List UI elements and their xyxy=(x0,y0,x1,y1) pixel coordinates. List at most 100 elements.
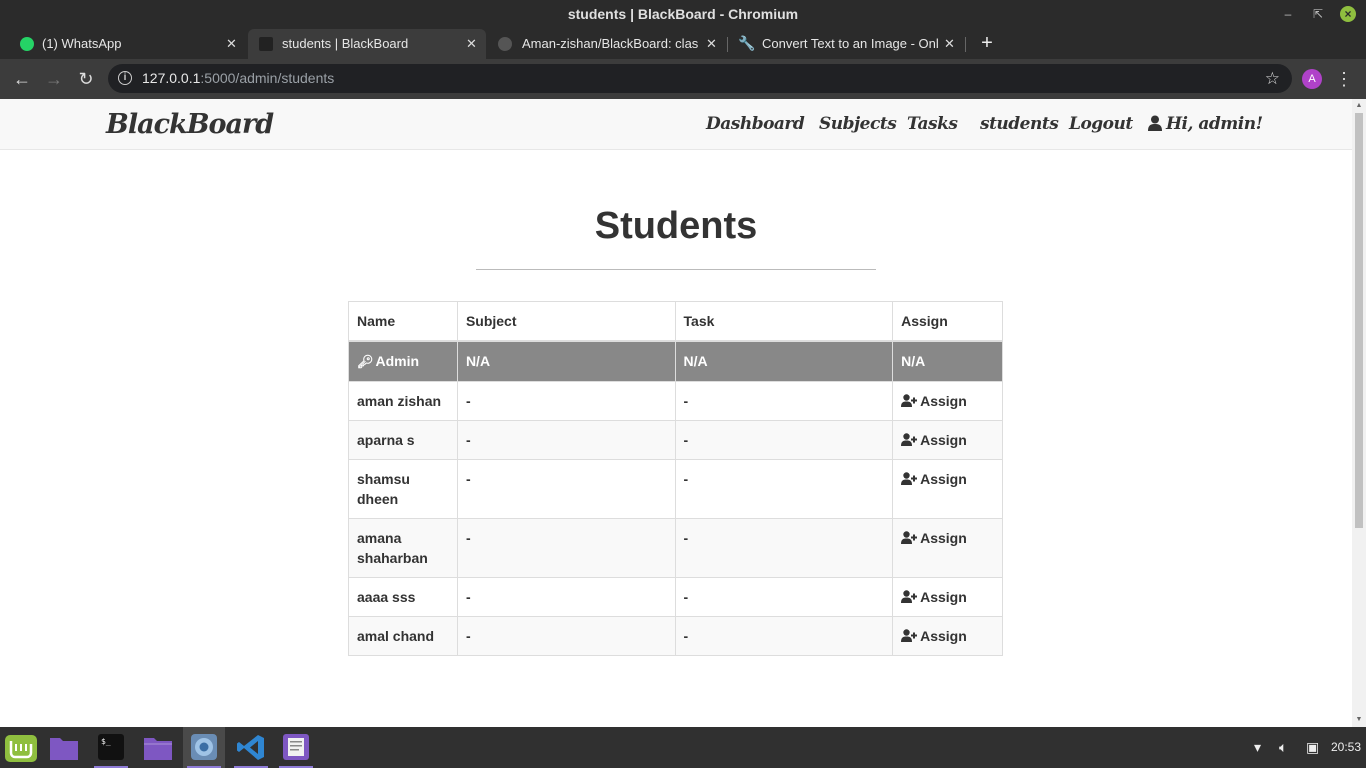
clock[interactable]: 20:53 xyxy=(1331,727,1361,768)
chromium-icon[interactable] xyxy=(183,727,225,768)
table-row: amana shaharban - - Assign xyxy=(348,518,1003,578)
cell-name: aaaa sss xyxy=(348,577,458,617)
cell-name: amal chand xyxy=(348,616,458,656)
cell-task: N/A xyxy=(674,340,894,382)
nav-students[interactable]: students xyxy=(980,99,1059,150)
url-path: :5000/admin/students xyxy=(200,70,335,86)
brand-logo[interactable]: BlackBoard xyxy=(106,99,274,150)
greeting-text: Hi, admin! xyxy=(1166,114,1263,134)
table-row: aman zishan - - Assign xyxy=(348,381,1003,421)
browser-menu-icon[interactable]: ⋮ xyxy=(1334,59,1354,99)
files-icon[interactable] xyxy=(137,727,179,768)
page-title: Students xyxy=(594,205,758,247)
cell-subject: - xyxy=(456,616,676,656)
tab-title: Aman-zishan/BlackBoard: class xyxy=(522,36,698,51)
github-icon xyxy=(498,37,512,51)
page-scrollbar[interactable]: ▲ ▼ xyxy=(1352,99,1366,727)
assign-label: Assign xyxy=(920,530,967,546)
site-navbar: BlackBoard Dashboard Subjects Tasks stud… xyxy=(0,99,1352,150)
cell-subject: - xyxy=(456,577,676,617)
table-header-row: Name Subject Task Assign xyxy=(348,301,1003,342)
user-plus-icon xyxy=(901,590,918,603)
battery-icon[interactable]: ▣ xyxy=(1306,727,1319,768)
scrollbar-thumb[interactable] xyxy=(1355,113,1363,528)
window-title: students | BlackBoard - Chromium xyxy=(567,6,799,22)
close-tab-icon[interactable]: ✕ xyxy=(944,29,955,59)
cell-assign: Assign xyxy=(892,577,1003,617)
assign-button[interactable]: Assign xyxy=(901,393,967,409)
cell-task: - xyxy=(674,459,894,519)
taskbar: $_ ▾ 🔈︎ ▣ 20:53 xyxy=(0,727,1366,768)
blackboard-favicon xyxy=(259,37,273,51)
students-table: Name Subject Task Assign 🔑︎ Admin N/A N/A… xyxy=(348,301,1003,656)
mint-menu-icon[interactable] xyxy=(0,727,42,768)
minimize-button[interactable]: – xyxy=(1277,0,1299,29)
svg-text:$_: $_ xyxy=(101,737,111,746)
cell-subject: - xyxy=(456,459,676,519)
folder-icon[interactable] xyxy=(43,727,85,768)
bookmark-star-icon[interactable]: ☆ xyxy=(1265,64,1280,93)
wifi-icon[interactable]: ▾ xyxy=(1254,727,1261,768)
profile-avatar[interactable]: A xyxy=(1302,69,1322,89)
column-header-assign: Assign xyxy=(892,301,1003,342)
assign-button[interactable]: Assign xyxy=(901,589,967,605)
url-text[interactable]: 127.0.0.1:5000/admin/students xyxy=(142,64,334,93)
reload-button[interactable]: ↻ xyxy=(74,59,98,99)
tab-text-to-image[interactable]: 🔧 Convert Text to an Image - Onli ✕ xyxy=(728,29,964,59)
cell-name: shamsu dheen xyxy=(348,459,458,519)
assign-button[interactable]: Assign xyxy=(901,432,967,448)
maximize-button[interactable]: ⇱ xyxy=(1307,0,1329,29)
site-info-icon[interactable]: i xyxy=(118,71,132,85)
browser-toolbar: ← → ↻ i 127.0.0.1:5000/admin/students ☆ xyxy=(0,59,1366,99)
cell-assign: Assign xyxy=(892,459,1003,519)
terminal-icon[interactable]: $_ xyxy=(90,727,132,768)
nav-dashboard[interactable]: Dashboard xyxy=(706,99,805,150)
cell-task: - xyxy=(674,518,894,578)
column-header-subject: Subject xyxy=(456,301,676,342)
cell-name: amana shaharban xyxy=(348,518,458,578)
tab-strip: (1) WhatsApp ✕ students | BlackBoard ✕ A… xyxy=(0,29,1366,59)
user-plus-icon xyxy=(901,472,918,485)
address-bar[interactable]: i 127.0.0.1:5000/admin/students ☆ xyxy=(108,64,1292,93)
close-tab-icon[interactable]: ✕ xyxy=(226,29,237,59)
forward-button[interactable]: → xyxy=(42,59,66,99)
cell-subject: - xyxy=(456,381,676,421)
close-tab-icon[interactable]: ✕ xyxy=(706,29,717,59)
scroll-down-arrow[interactable]: ▼ xyxy=(1352,714,1366,726)
nav-user-greeting[interactable]: Hi, admin! xyxy=(1148,99,1263,150)
user-plus-icon xyxy=(901,394,918,407)
back-button[interactable]: ← xyxy=(10,59,34,99)
user-icon xyxy=(1148,115,1162,131)
close-window-button[interactable]: × xyxy=(1340,6,1356,22)
whatsapp-icon xyxy=(20,37,34,51)
cell-subject: - xyxy=(456,518,676,578)
cell-assign: Assign xyxy=(892,518,1003,578)
assign-label: Assign xyxy=(920,432,967,448)
assign-button[interactable]: Assign xyxy=(901,471,967,487)
page-viewport: BlackBoard Dashboard Subjects Tasks stud… xyxy=(0,99,1352,727)
cell-assign: Assign xyxy=(892,381,1003,421)
cell-task: - xyxy=(674,577,894,617)
assign-button[interactable]: Assign xyxy=(901,628,967,644)
cell-task: - xyxy=(674,616,894,656)
tab-whatsapp[interactable]: (1) WhatsApp ✕ xyxy=(8,29,246,59)
cell-task: - xyxy=(674,381,894,421)
volume-icon[interactable]: 🔈︎ xyxy=(1279,727,1287,768)
close-tab-icon[interactable]: ✕ xyxy=(466,29,477,59)
new-tab-button[interactable]: + xyxy=(976,29,998,59)
user-plus-icon xyxy=(901,433,918,446)
column-header-task: Task xyxy=(674,301,894,342)
nav-logout[interactable]: Logout xyxy=(1069,99,1133,150)
nav-subjects[interactable]: Subjects xyxy=(819,99,897,150)
vscode-icon[interactable] xyxy=(230,727,272,768)
tab-blackboard[interactable]: students | BlackBoard ✕ xyxy=(248,29,486,59)
scroll-up-arrow[interactable]: ▲ xyxy=(1352,100,1366,112)
heading-divider xyxy=(476,269,876,270)
tab-title: Convert Text to an Image - Onli xyxy=(762,36,938,51)
tab-github[interactable]: Aman-zishan/BlackBoard: class ✕ xyxy=(488,29,726,59)
assign-button[interactable]: Assign xyxy=(901,530,967,546)
admin-name: Admin xyxy=(375,353,420,369)
nav-tasks[interactable]: Tasks xyxy=(907,99,958,150)
text-editor-icon[interactable] xyxy=(275,727,317,768)
table-row: shamsu dheen - - Assign xyxy=(348,459,1003,519)
